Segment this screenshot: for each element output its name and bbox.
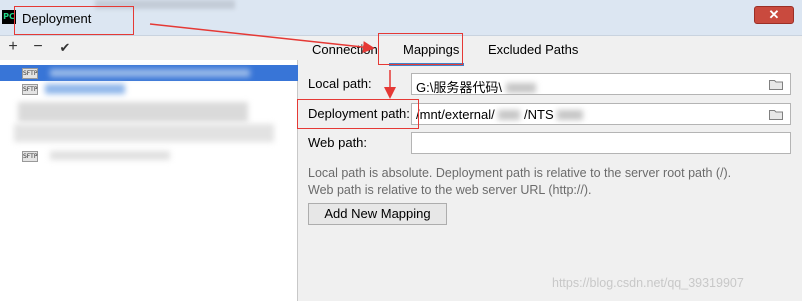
annotation-arrows: [149, 23, 396, 99]
annotation-arrow: [149, 23, 375, 53]
